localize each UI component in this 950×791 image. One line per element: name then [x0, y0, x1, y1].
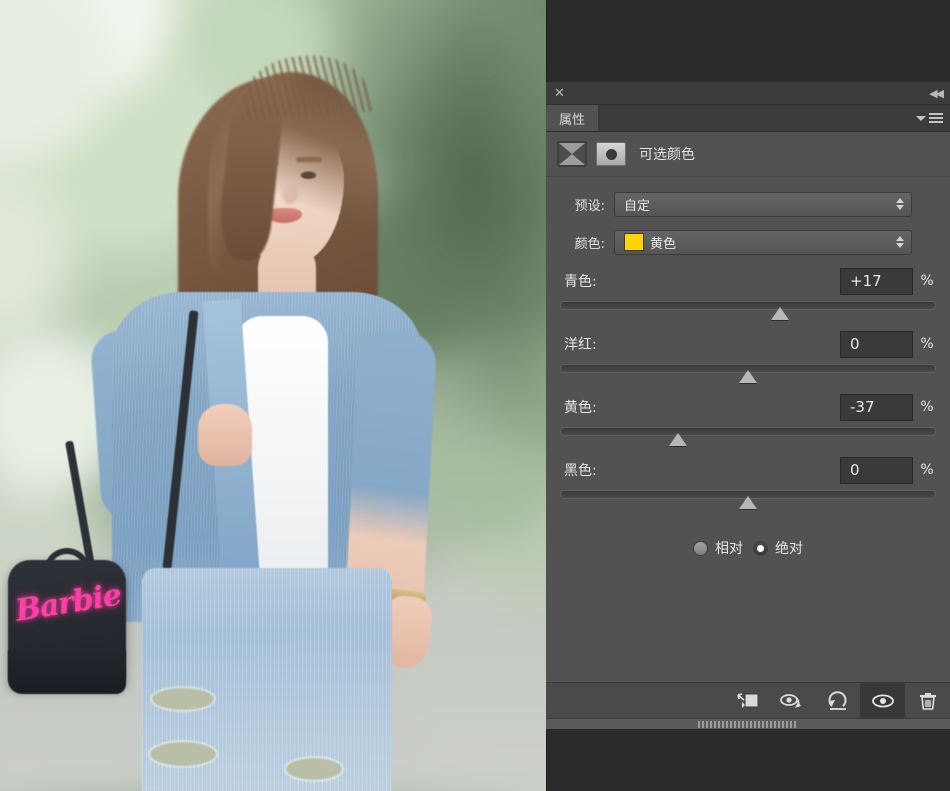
- adjustment-header: 可选颜色: [546, 132, 950, 177]
- panel-tabbar: 属性: [546, 105, 950, 132]
- tab-properties-label: 属性: [559, 112, 586, 128]
- yellow-slider-top: 黄色: -37 %: [555, 392, 941, 422]
- color-spinner-icon[interactable]: [896, 236, 904, 248]
- panel-menu-icon[interactable]: [929, 113, 943, 123]
- properties-panel: ✕ ◀◀ 属性 可选颜色 预设: 自定 颜色: 黄色 青色: +17 % 洋红:…: [546, 82, 950, 719]
- preset-spinner-icon[interactable]: [896, 198, 904, 210]
- relative-radio-label: 相对: [715, 541, 743, 557]
- image-canvas[interactable]: Barbie: [0, 0, 546, 791]
- handbag-flap: [8, 648, 126, 694]
- magenta-value-input[interactable]: 0: [840, 330, 913, 358]
- clip-to-layer-button[interactable]: [725, 683, 770, 719]
- cyan-slider-top: 青色: +17 %: [555, 266, 941, 296]
- magenta-slider-handle[interactable]: [739, 369, 757, 383]
- collapse-to-icons-icon[interactable]: ◀◀: [929, 87, 944, 100]
- relative-radio[interactable]: 相对: [693, 538, 743, 558]
- subject-left-hand: [198, 404, 252, 466]
- yellow-swatch-icon: [624, 233, 644, 251]
- black-track-wrap[interactable]: [560, 488, 936, 512]
- cyan-label: 青色:: [564, 274, 597, 290]
- black-slider-block: 黑色: 0 %: [546, 455, 950, 512]
- preset-select[interactable]: 自定: [614, 191, 912, 217]
- color-value: 黄色: [650, 236, 677, 252]
- black-unit: %: [920, 462, 934, 478]
- yellow-slider-handle[interactable]: [669, 432, 687, 446]
- color-select[interactable]: 黄色: [614, 229, 912, 255]
- subject-jeans-rip-1: [152, 688, 214, 710]
- color-label: 颜色:: [574, 236, 605, 252]
- preset-row: 预设: 自定: [546, 190, 950, 218]
- cyan-track[interactable]: [560, 301, 936, 310]
- relative-radio-circle[interactable]: [693, 540, 708, 556]
- cyan-slider-block: 青色: +17 %: [546, 266, 950, 323]
- yellow-slider-block: 黄色: -37 %: [546, 392, 950, 449]
- eye-icon: [871, 694, 894, 707]
- reset-button[interactable]: [815, 683, 860, 719]
- clip-to-layer-icon: [736, 692, 758, 708]
- preset-value: 自定: [624, 198, 651, 214]
- subject-jeans-rip-3: [286, 758, 342, 780]
- magenta-slider-block: 洋红: 0 %: [546, 329, 950, 386]
- magenta-slider-top: 洋红: 0 %: [555, 329, 941, 359]
- preset-label: 预设:: [574, 198, 605, 214]
- cyan-value-input[interactable]: +17: [840, 267, 913, 295]
- eye-with-arrow-icon: [779, 693, 801, 708]
- chevron-down-icon[interactable]: [916, 115, 926, 121]
- panel-tabbar-spacer: [599, 105, 950, 131]
- black-value-input[interactable]: 0: [840, 456, 913, 484]
- black-slider-top: 黑色: 0 %: [555, 455, 941, 485]
- panel-resize-grip[interactable]: [546, 718, 950, 730]
- magenta-track-wrap[interactable]: [560, 362, 936, 386]
- yellow-track-wrap[interactable]: [560, 425, 936, 449]
- tab-properties[interactable]: 属性: [546, 105, 600, 131]
- magenta-unit: %: [920, 336, 934, 352]
- layer-mask-icon[interactable]: [596, 142, 626, 166]
- trash-icon: [919, 692, 936, 710]
- cyan-unit: %: [920, 273, 934, 289]
- delete-adjustment-button[interactable]: [905, 683, 950, 719]
- cyan-slider-handle[interactable]: [771, 306, 789, 320]
- yellow-label: 黄色:: [564, 400, 597, 416]
- black-slider-handle[interactable]: [739, 495, 757, 509]
- black-label: 黑色:: [564, 463, 597, 479]
- close-icon[interactable]: ✕: [554, 87, 565, 100]
- yellow-unit: %: [920, 399, 934, 415]
- panel-body: 预设: 自定 颜色: 黄色 青色: +17 % 洋红: 0 % 黄色: -37 …: [546, 177, 950, 558]
- yellow-value-input[interactable]: -37: [840, 393, 913, 421]
- panel-dock: ✕ ◀◀ 属性 可选颜色 预设: 自定 颜色: 黄色 青色: +17 % 洋红:…: [546, 0, 950, 791]
- method-radio-group: 相对 绝对: [546, 538, 950, 558]
- absolute-radio-label: 绝对: [775, 541, 803, 557]
- toggle-previous-state-button[interactable]: [770, 683, 815, 719]
- magenta-label: 洋红:: [564, 337, 597, 353]
- panel-titlebar: ✕ ◀◀: [546, 82, 950, 105]
- absolute-radio[interactable]: 绝对: [753, 538, 803, 558]
- subject-jeans-rip-2: [150, 742, 216, 766]
- panel-footer: [546, 682, 950, 719]
- selective-color-icon[interactable]: [557, 141, 587, 167]
- yellow-track[interactable]: [560, 427, 936, 436]
- toggle-visibility-button[interactable]: [860, 682, 905, 719]
- color-row: 颜色: 黄色: [546, 228, 950, 256]
- reset-arrow-icon: [828, 690, 846, 710]
- adjustment-title: 可选颜色: [639, 147, 695, 163]
- cyan-track-wrap[interactable]: [560, 299, 936, 323]
- absolute-radio-circle[interactable]: [753, 540, 768, 556]
- app-window: Barbie ✕ ◀◀ 属性 可选颜色 预设: 自定 颜色: 黄色 青色: +1…: [0, 0, 950, 791]
